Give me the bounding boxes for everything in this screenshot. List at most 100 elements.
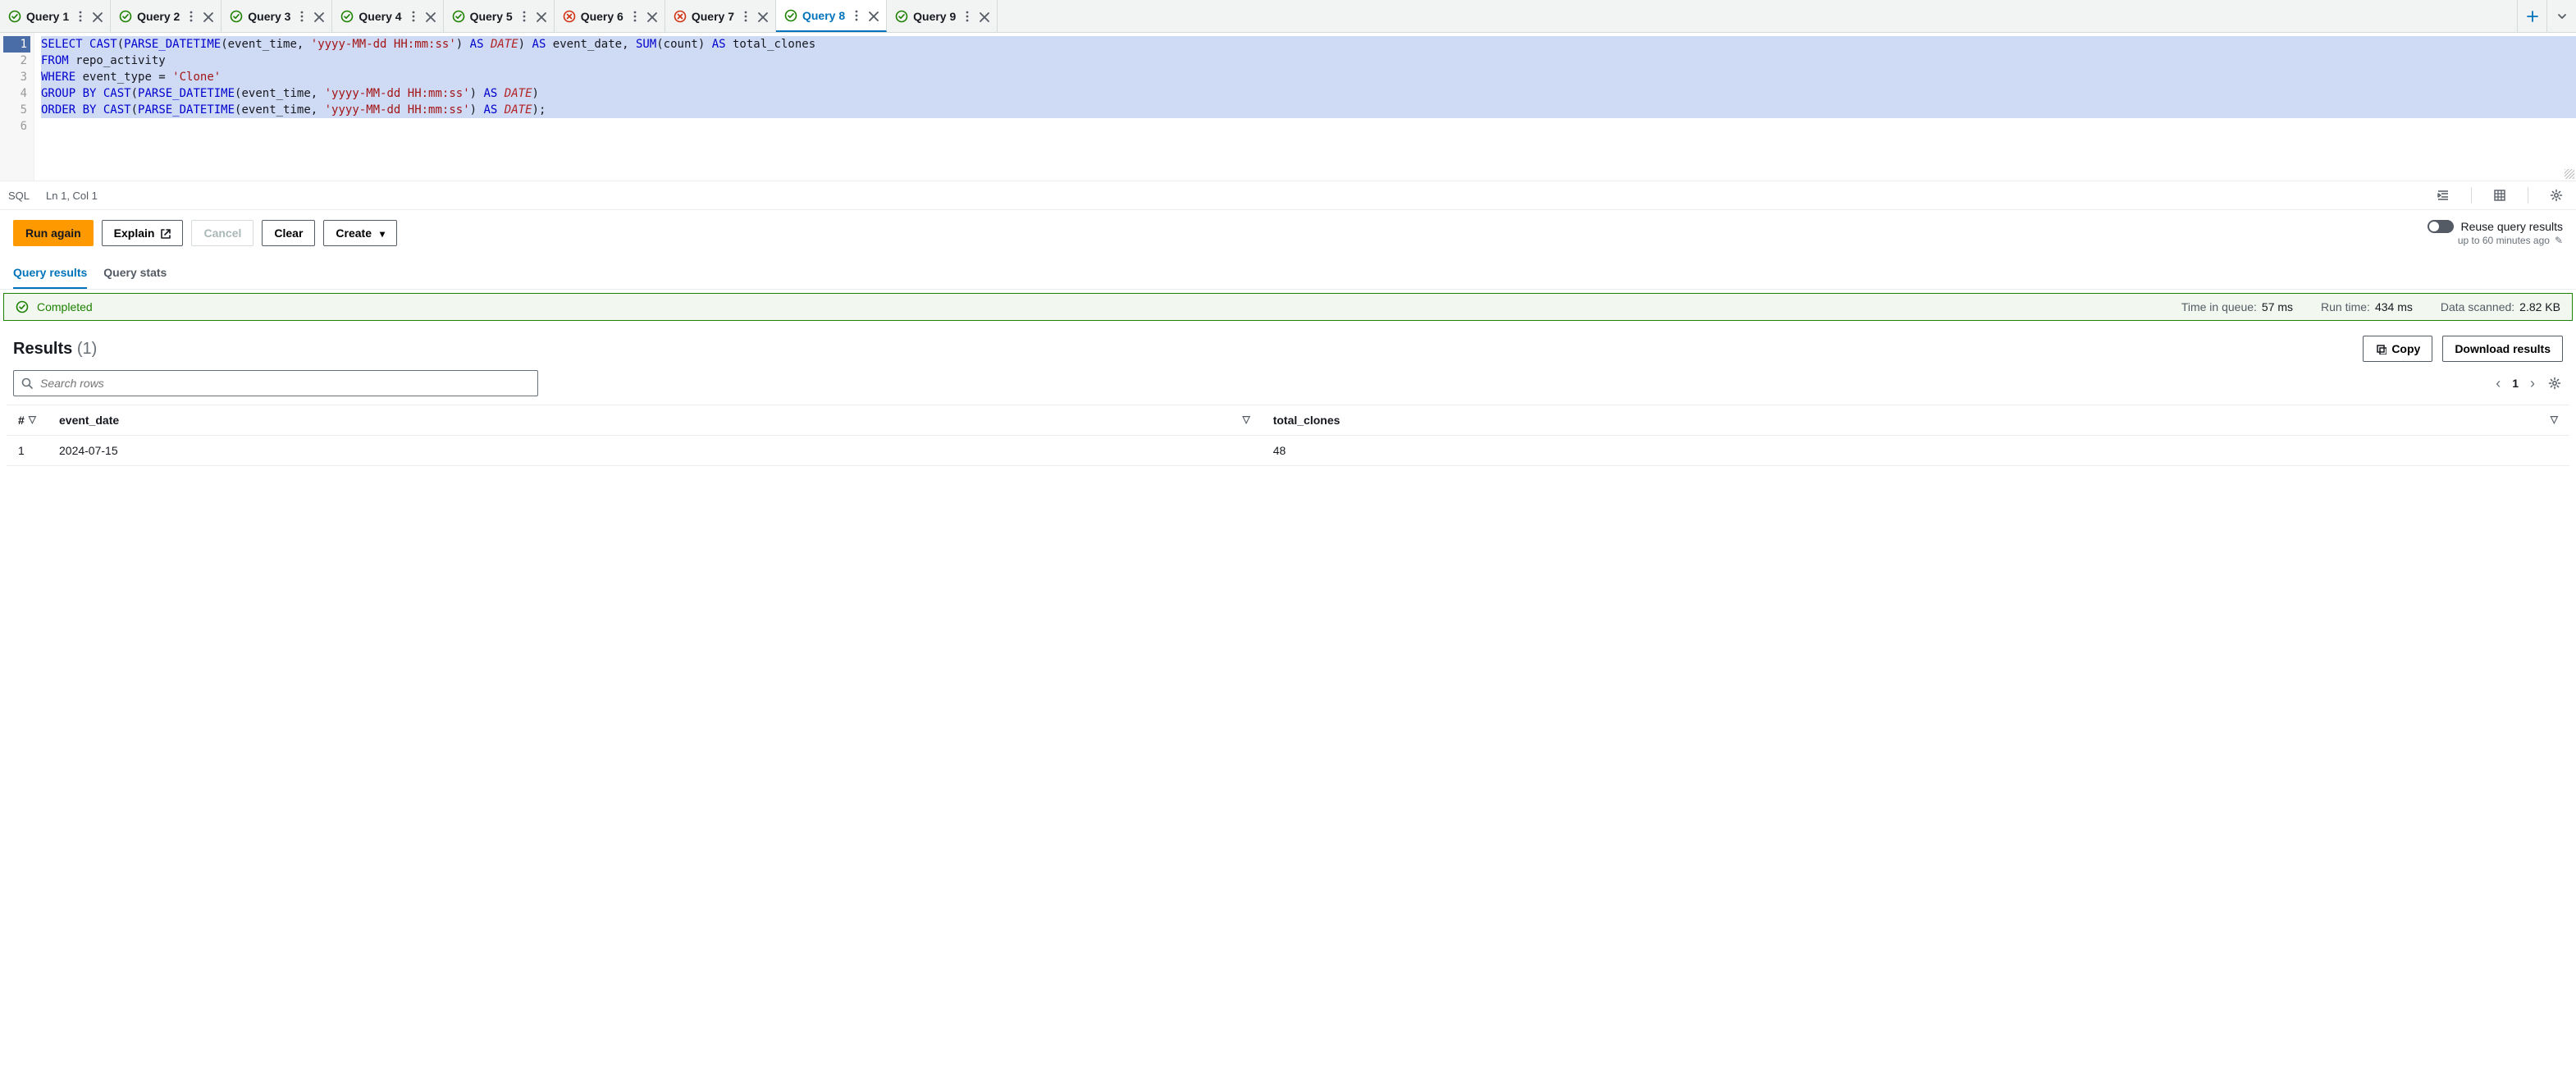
copy-label: Copy bbox=[2391, 342, 2420, 355]
tab-label: Query 2 bbox=[137, 10, 180, 23]
cell-event-date: 2024-07-15 bbox=[48, 436, 1262, 466]
tab-label: Query 7 bbox=[692, 10, 734, 23]
search-icon bbox=[21, 377, 34, 390]
close-tab-button[interactable] bbox=[90, 10, 103, 23]
explain-label: Explain bbox=[114, 226, 155, 240]
tab-label: Query 3 bbox=[248, 10, 290, 23]
new-tab-button[interactable] bbox=[2517, 0, 2546, 32]
tab-menu-button[interactable] bbox=[961, 10, 972, 23]
check-circle-icon bbox=[452, 10, 465, 23]
next-page-button: › bbox=[2530, 375, 2535, 392]
close-tab-button[interactable] bbox=[756, 10, 769, 23]
download-results-button[interactable]: Download results bbox=[2442, 336, 2563, 362]
create-button[interactable]: Create bbox=[323, 220, 397, 246]
results-tabs: Query results Query stats bbox=[0, 256, 2576, 290]
results-search[interactable] bbox=[13, 370, 538, 396]
tab-menu-button[interactable] bbox=[74, 10, 85, 23]
filter-icon[interactable]: ▽ bbox=[1242, 414, 1249, 425]
explain-button[interactable]: Explain bbox=[102, 220, 184, 246]
editor-code[interactable]: SELECT CAST(PARSE_DATETIME(event_time, '… bbox=[34, 33, 2576, 181]
run-time: Run time:434 ms bbox=[2321, 300, 2413, 313]
query-tab-9[interactable]: Query 9 bbox=[887, 0, 998, 32]
col-event-date[interactable]: event_date▽ bbox=[48, 405, 1262, 436]
check-circle-icon bbox=[895, 10, 908, 23]
query-tab-6[interactable]: Query 6 bbox=[555, 0, 665, 32]
editor-language: SQL bbox=[8, 190, 30, 202]
results-header: Results (1) Copy Download results bbox=[0, 321, 2576, 370]
editor-gutter: 123456 bbox=[0, 33, 34, 181]
search-input[interactable] bbox=[40, 377, 531, 390]
x-circle-icon bbox=[674, 10, 687, 23]
results-table: #▽ event_date▽ total_clones▽ 12024-07-15… bbox=[7, 405, 2569, 466]
tab-menu-button[interactable] bbox=[185, 10, 196, 23]
prev-page-button: ‹ bbox=[2496, 375, 2501, 392]
cell-total-clones: 48 bbox=[1262, 436, 2569, 466]
check-circle-icon bbox=[8, 10, 21, 23]
query-tab-4[interactable]: Query 4 bbox=[332, 0, 443, 32]
x-circle-icon bbox=[563, 10, 576, 23]
results-header-row: #▽ event_date▽ total_clones▽ bbox=[7, 405, 2569, 436]
external-link-icon bbox=[159, 227, 171, 239]
format-query-button[interactable] bbox=[2432, 184, 2455, 207]
close-tab-button[interactable] bbox=[534, 10, 547, 23]
results-pager: ‹ 1 › bbox=[2496, 375, 2563, 392]
clear-button[interactable]: Clear bbox=[262, 220, 315, 246]
status-text: Completed bbox=[37, 300, 93, 313]
cancel-button: Cancel bbox=[191, 220, 253, 246]
run-again-button[interactable]: Run again bbox=[13, 220, 94, 246]
tab-label: Query 9 bbox=[913, 10, 956, 23]
query-status-banner: Completed Time in queue:57 ms Run time:4… bbox=[3, 293, 2573, 321]
query-tab-5[interactable]: Query 5 bbox=[444, 0, 555, 32]
close-tab-button[interactable] bbox=[201, 10, 214, 23]
col-total-clones[interactable]: total_clones▽ bbox=[1262, 405, 2569, 436]
close-tab-button[interactable] bbox=[312, 10, 325, 23]
tab-menu-button[interactable] bbox=[407, 10, 418, 23]
tab-label: Query 1 bbox=[26, 10, 69, 23]
reuse-results-toggle[interactable] bbox=[2428, 220, 2454, 233]
close-tab-button[interactable] bbox=[977, 10, 990, 23]
toggle-results-layout-button[interactable] bbox=[2488, 184, 2511, 207]
edit-reuse-time-icon[interactable] bbox=[2555, 235, 2563, 246]
close-tab-button[interactable] bbox=[866, 9, 879, 22]
check-circle-icon bbox=[16, 300, 29, 313]
editor-cursor-position: Ln 1, Col 1 bbox=[46, 190, 98, 202]
query-tab-7[interactable]: Query 7 bbox=[665, 0, 776, 32]
col-index[interactable]: #▽ bbox=[7, 405, 48, 436]
editor-status-bar: SQL Ln 1, Col 1 bbox=[0, 181, 2576, 210]
tab-label: Query 6 bbox=[581, 10, 623, 23]
close-tab-button[interactable] bbox=[645, 10, 658, 23]
filter-icon[interactable]: ▽ bbox=[2551, 414, 2558, 425]
tabs-overflow-button[interactable] bbox=[2546, 0, 2576, 32]
results-toolbar: ‹ 1 › bbox=[0, 370, 2576, 405]
tab-label: Query 5 bbox=[470, 10, 513, 23]
query-actions-row: Run again Explain Cancel Clear Create Re… bbox=[0, 210, 2576, 256]
query-tab-3[interactable]: Query 3 bbox=[222, 0, 332, 32]
table-row: 12024-07-1548 bbox=[7, 436, 2569, 466]
tab-menu-button[interactable] bbox=[739, 10, 751, 23]
tab-query-stats[interactable]: Query stats bbox=[103, 256, 167, 289]
editor-resize-handle[interactable] bbox=[2565, 169, 2574, 179]
query-tab-1[interactable]: Query 1 bbox=[0, 0, 111, 32]
tab-menu-button[interactable] bbox=[518, 10, 529, 23]
tab-label: Query 8 bbox=[802, 9, 845, 22]
sql-editor[interactable]: 123456 SELECT CAST(PARSE_DATETIME(event_… bbox=[0, 33, 2576, 181]
reuse-results-label: Reuse query results bbox=[2460, 220, 2563, 233]
close-tab-button[interactable] bbox=[423, 10, 436, 23]
editor-settings-button[interactable] bbox=[2545, 184, 2568, 207]
table-settings-button[interactable] bbox=[2546, 375, 2563, 391]
tab-query-results[interactable]: Query results bbox=[13, 256, 87, 289]
query-tab-2[interactable]: Query 2 bbox=[111, 0, 222, 32]
reuse-results-subtext: up to 60 minutes ago bbox=[2458, 235, 2550, 246]
tab-menu-button[interactable] bbox=[850, 9, 861, 22]
copy-results-button[interactable]: Copy bbox=[2363, 336, 2432, 362]
query-tab-8[interactable]: Query 8 bbox=[776, 0, 887, 32]
cell-index: 1 bbox=[7, 436, 48, 466]
tab-label: Query 4 bbox=[359, 10, 401, 23]
tab-menu-button[interactable] bbox=[295, 10, 307, 23]
copy-icon bbox=[2375, 343, 2386, 355]
filter-icon[interactable]: ▽ bbox=[29, 414, 36, 425]
query-tabs-list: Query 1 Query 2 Query 3 Query 4 Query 5 Query… bbox=[0, 0, 2517, 32]
tab-menu-button[interactable] bbox=[628, 10, 640, 23]
create-label: Create bbox=[336, 226, 372, 240]
check-circle-icon bbox=[230, 10, 243, 23]
